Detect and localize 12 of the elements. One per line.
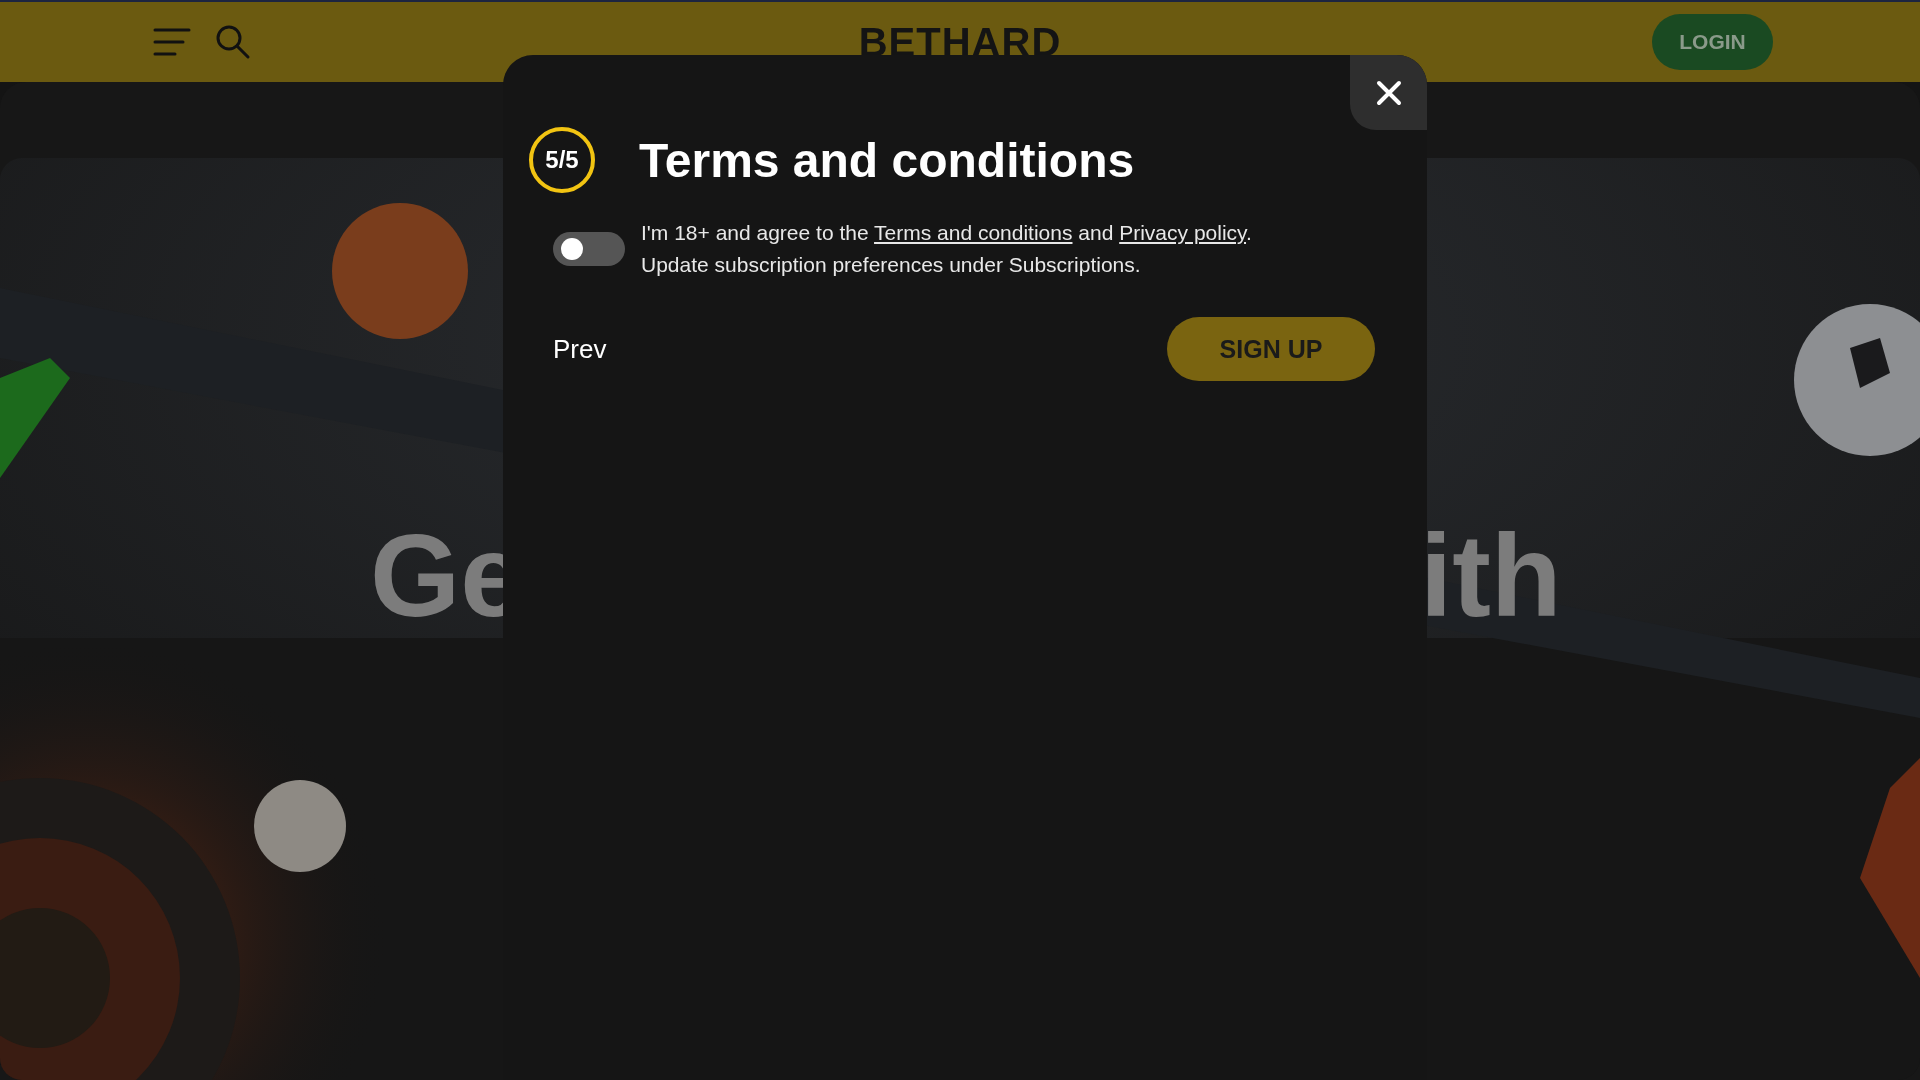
close-button[interactable] (1350, 55, 1427, 130)
consent-text: I'm 18+ and agree to the Terms and conditions and Privacy policy. Update subscription preferences under Subscriptions. (641, 220, 1252, 278)
hero-heading: ith (1420, 518, 1562, 634)
search-icon[interactable] (215, 24, 251, 60)
prev-button[interactable]: Prev (553, 333, 607, 365)
step-indicator: 5/5 (529, 127, 595, 193)
close-icon (1374, 78, 1403, 107)
consent-toggle[interactable] (553, 232, 625, 266)
privacy-link[interactable]: Privacy policy (1119, 221, 1246, 244)
terms-link[interactable]: Terms and conditions (874, 221, 1073, 244)
dialog-title: Terms and conditions (639, 132, 1135, 188)
menu-icon[interactable] (153, 26, 193, 58)
